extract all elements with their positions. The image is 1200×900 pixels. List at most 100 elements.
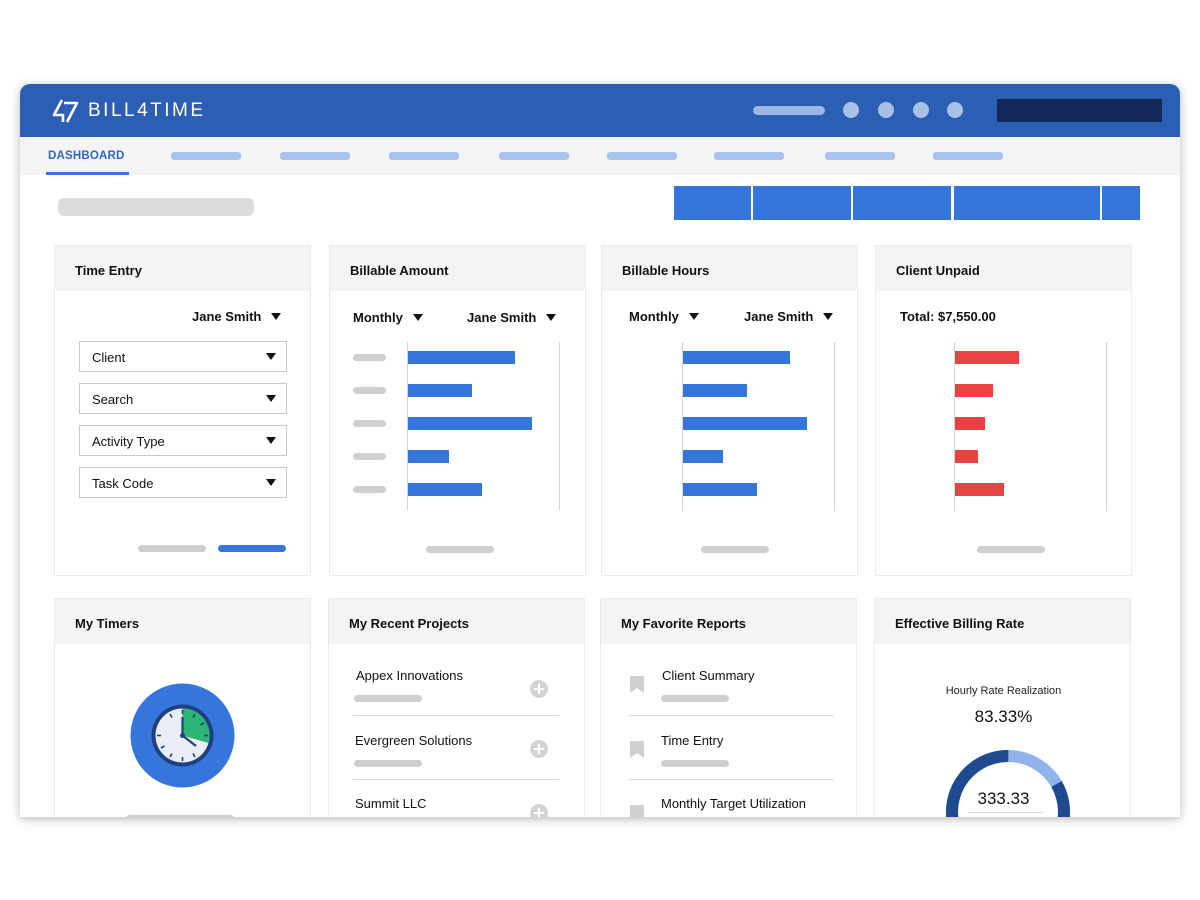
billable-hours-card: Billable Hours Monthly Jane Smith xyxy=(601,245,858,576)
nav-tab-placeholder[interactable] xyxy=(607,152,677,160)
chart-bar[interactable] xyxy=(683,351,790,364)
chart-bar[interactable] xyxy=(955,351,1019,364)
caret-down-icon xyxy=(823,313,834,320)
action-button-1[interactable] xyxy=(674,186,751,220)
app-name: BILL4TIME xyxy=(88,100,206,121)
app-logo[interactable]: BILL4TIME xyxy=(52,98,206,124)
bookmark-icon[interactable] xyxy=(630,676,644,693)
card-title: My Favorite Reports xyxy=(621,616,746,631)
user-dropdown[interactable]: Jane Smith xyxy=(744,309,834,324)
tab-dashboard[interactable]: DASHBOARD xyxy=(46,137,129,175)
page-title-placeholder xyxy=(58,198,254,216)
chart-bar[interactable] xyxy=(955,483,1004,496)
add-icon[interactable] xyxy=(530,680,548,698)
task-code-select[interactable]: Task Code xyxy=(79,467,287,498)
user-menu-placeholder[interactable] xyxy=(753,106,825,115)
report-name: Client Summary xyxy=(662,668,755,683)
chart-bar[interactable] xyxy=(683,417,807,430)
action-button-3[interactable] xyxy=(853,186,951,220)
chart-bar[interactable] xyxy=(683,450,723,463)
chart-bar[interactable] xyxy=(408,384,472,397)
user-dropdown-label: Jane Smith xyxy=(192,309,262,324)
caret-down-icon xyxy=(266,395,276,402)
search-select[interactable]: Search xyxy=(79,383,287,414)
user-dropdown-label: Jane Smith xyxy=(467,310,537,325)
view-more-placeholder[interactable] xyxy=(701,546,769,553)
card-header: My Favorite Reports xyxy=(601,599,856,644)
bookmark-icon[interactable] xyxy=(630,805,644,817)
activity-type-select-label: Activity Type xyxy=(92,434,165,449)
card-title: Billable Amount xyxy=(350,263,449,278)
project-name: Summit LLC xyxy=(355,796,427,811)
report-detail-placeholder xyxy=(661,760,729,767)
period-dropdown[interactable]: Monthly xyxy=(353,310,423,325)
nav-tab-placeholder[interactable] xyxy=(825,152,895,160)
client-unpaid-card: Client Unpaid Total: $7,550.00 xyxy=(875,245,1132,576)
main-nav: DASHBOARD xyxy=(20,137,1180,175)
view-more-placeholder[interactable] xyxy=(977,546,1045,553)
view-more-placeholder[interactable] xyxy=(426,546,494,553)
rate-subtitle: Hourly Rate Realization xyxy=(945,685,1062,697)
card-header: Billable Amount xyxy=(330,246,585,291)
chart-bar[interactable] xyxy=(408,483,482,496)
nav-tab-placeholder[interactable] xyxy=(389,152,459,160)
chart-grid-line xyxy=(559,342,560,510)
nav-tab-placeholder[interactable] xyxy=(714,152,784,160)
chart-bar[interactable] xyxy=(408,417,532,430)
unpaid-total-value: Total: $7,550.00 xyxy=(900,309,996,324)
period-dropdown[interactable]: Monthly xyxy=(629,309,699,324)
chart-bar[interactable] xyxy=(408,450,449,463)
chart-bar[interactable] xyxy=(408,351,515,364)
caret-down-icon xyxy=(266,479,276,486)
toolbar-icon-1[interactable] xyxy=(843,102,859,118)
cancel-button-placeholder[interactable] xyxy=(138,545,206,552)
bookmark-icon[interactable] xyxy=(630,741,644,758)
caret-down-icon xyxy=(266,437,276,444)
nav-tab-placeholder[interactable] xyxy=(933,152,1003,160)
card-title: Effective Billing Rate xyxy=(895,616,1025,631)
chart-bar[interactable] xyxy=(683,384,747,397)
card-title: My Recent Projects xyxy=(349,616,469,631)
project-detail-placeholder xyxy=(354,760,422,767)
clock-icon[interactable] xyxy=(130,683,235,788)
card-header: Client Unpaid xyxy=(876,246,1131,291)
card-header: Billable Hours xyxy=(602,246,857,291)
chart-bar[interactable] xyxy=(955,417,985,430)
toolbar-icon-2[interactable] xyxy=(878,102,894,118)
nav-tab-placeholder[interactable] xyxy=(499,152,569,160)
time-entry-card: Time Entry Jane Smith Client Search Acti… xyxy=(54,245,311,576)
add-icon[interactable] xyxy=(530,804,548,817)
period-dropdown-label: Monthly xyxy=(629,309,679,324)
gauge-value-underline xyxy=(968,812,1043,813)
timer-control-placeholder[interactable] xyxy=(126,815,234,817)
caret-down-icon xyxy=(266,353,276,360)
activity-type-select[interactable]: Activity Type xyxy=(79,425,287,456)
save-button-placeholder[interactable] xyxy=(218,545,286,552)
card-title: Time Entry xyxy=(75,263,142,278)
card-header: Time Entry xyxy=(55,246,310,291)
chart-bar[interactable] xyxy=(683,483,757,496)
chart-category-label-placeholder xyxy=(353,453,386,460)
action-button-4[interactable] xyxy=(954,186,1100,220)
user-dropdown[interactable]: Jane Smith xyxy=(467,310,557,325)
caret-down-icon xyxy=(412,314,423,321)
rate-percent: 83.33% xyxy=(974,707,1033,726)
client-select[interactable]: Client xyxy=(79,341,287,372)
chart-bar[interactable] xyxy=(955,384,993,397)
caret-down-icon xyxy=(546,314,557,321)
action-button-2[interactable] xyxy=(753,186,851,220)
chart-category-label-placeholder xyxy=(353,486,386,493)
add-icon[interactable] xyxy=(530,740,548,758)
user-dropdown[interactable]: Jane Smith xyxy=(192,309,282,324)
app-window: BILL4TIME DASHBOARD Time Entry Jane Smit… xyxy=(20,84,1180,817)
nav-tab-placeholder[interactable] xyxy=(171,152,241,160)
global-search-input[interactable] xyxy=(997,99,1162,122)
action-button-5[interactable] xyxy=(1102,186,1140,220)
nav-tab-placeholder[interactable] xyxy=(280,152,350,160)
chart-bar[interactable] xyxy=(955,450,978,463)
gauge-value: 333.33 xyxy=(977,789,1030,808)
task-code-select-label: Task Code xyxy=(92,476,154,491)
toolbar-icon-3[interactable] xyxy=(913,102,929,118)
divider xyxy=(353,779,559,780)
toolbar-icon-4[interactable] xyxy=(947,102,963,118)
